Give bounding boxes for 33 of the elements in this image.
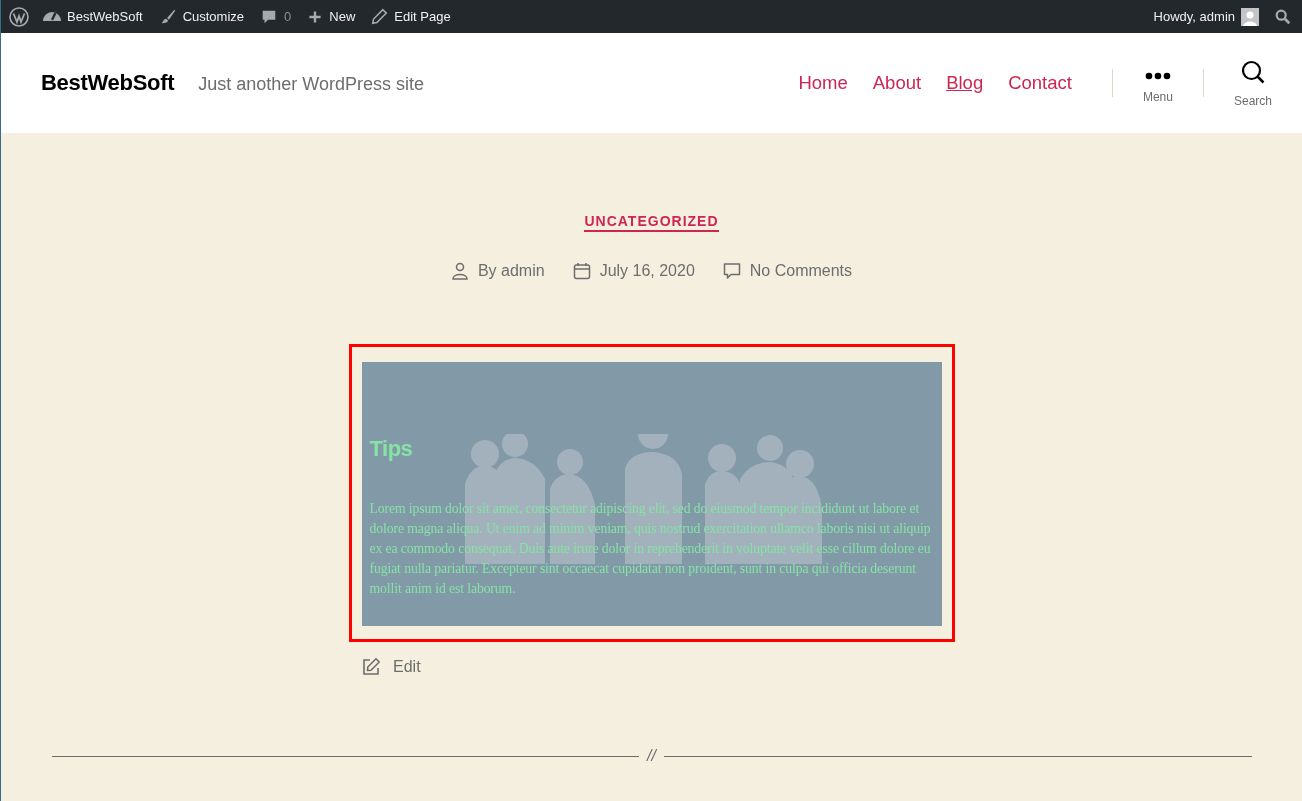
plus-icon xyxy=(307,8,324,25)
nav-link[interactable]: Contact xyxy=(1008,72,1072,94)
menu-button[interactable]: Menu xyxy=(1142,62,1173,104)
admin-bar-link[interactable]: New xyxy=(307,8,356,25)
author-link[interactable]: By admin xyxy=(477,262,545,280)
dashboard-gauge-icon xyxy=(43,12,61,21)
category-link[interactable]: UNCATEGORIZED xyxy=(584,213,719,232)
account-link[interactable]: Howdy, admin xyxy=(1153,9,1235,24)
search-icon[interactable] xyxy=(1274,7,1292,26)
nav-link[interactable]: Blog xyxy=(946,72,984,94)
post-date-link[interactable]: July 16, 2020 xyxy=(599,262,695,280)
search-button[interactable]: Search xyxy=(1233,58,1272,108)
admin-bar-link[interactable]: Customize xyxy=(158,7,245,26)
calendar-icon xyxy=(572,262,591,280)
admin-bar-link[interactable]: Edit Page xyxy=(371,8,451,25)
avatar-icon xyxy=(1241,7,1259,26)
pencil-icon xyxy=(371,8,389,25)
comments-link[interactable]: No Comments xyxy=(749,262,853,280)
separator-mark: // xyxy=(647,747,656,765)
edit-link[interactable]: Edit xyxy=(361,657,421,677)
ellipsis-icon xyxy=(1144,72,1171,80)
admin-bar-link[interactable]: 0 xyxy=(260,7,292,26)
edit-icon xyxy=(361,657,381,677)
speech-bubble-icon xyxy=(722,262,741,280)
nav-link[interactable]: Home xyxy=(798,72,848,94)
search-icon xyxy=(1241,60,1265,84)
nav-link[interactable]: About xyxy=(872,72,922,94)
cover-heading: Tips xyxy=(369,436,414,462)
wordpress-logo-icon[interactable] xyxy=(9,6,29,27)
person-icon xyxy=(450,262,469,280)
admin-bar-link[interactable]: BestWebSoft xyxy=(43,9,143,24)
site-title[interactable]: BestWebSoft xyxy=(41,70,175,96)
site-tagline: Just another WordPress site xyxy=(198,74,424,95)
